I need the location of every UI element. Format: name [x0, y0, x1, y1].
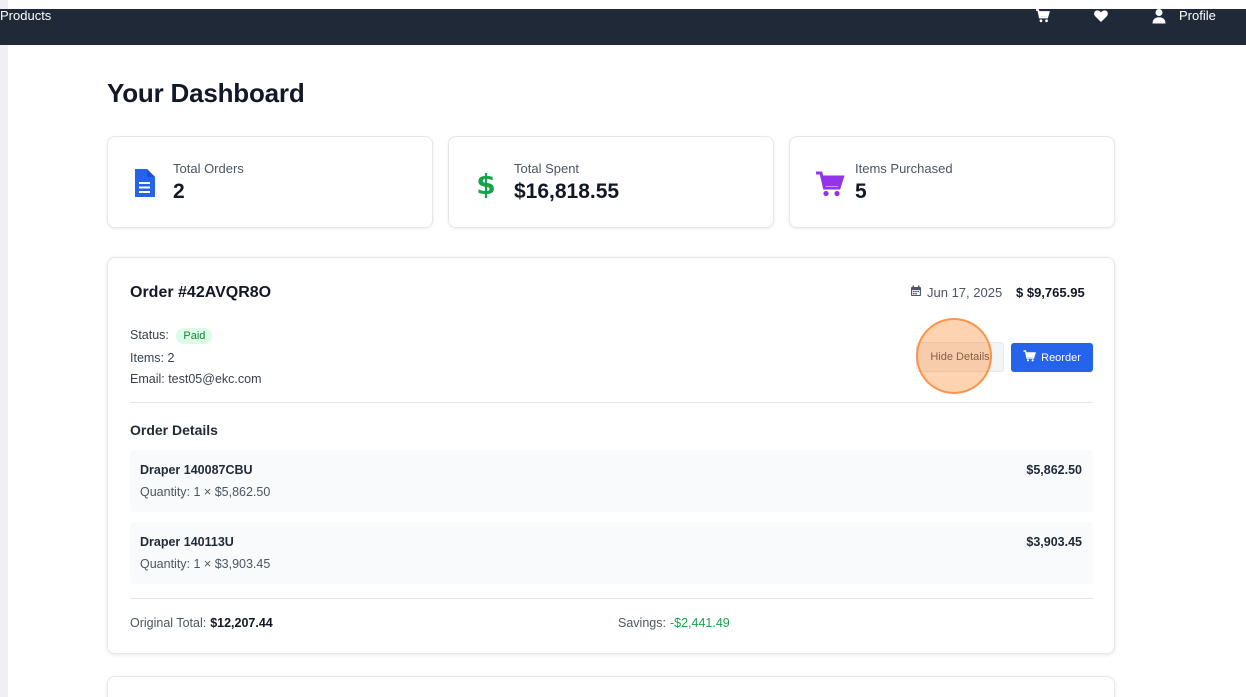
page-title: Your Dashboard: [107, 78, 305, 108]
stat-value: $16,818.55: [514, 180, 620, 203]
top-gap: [0, 0, 1246, 9]
item-quantity: Quantity: 1 × $3,903.45: [140, 557, 271, 571]
order-items-count: Items: 2: [130, 351, 175, 365]
stat-card-total-spent: $ Total Spent $16,818.55: [448, 136, 774, 228]
original-total-label: Original Total:: [130, 616, 207, 630]
next-order-card: [107, 676, 1115, 697]
order-line-item: Draper 140087CBU Quantity: 1 × $5,862.50…: [130, 450, 1093, 512]
order-date: Jun 17, 2025: [910, 285, 1002, 300]
item-name: Draper 140113U: [140, 535, 234, 549]
order-line-item: Draper 140113U Quantity: 1 × $3,903.45 $…: [130, 522, 1093, 584]
calendar-icon: [910, 285, 922, 300]
stat-label: Total Orders: [173, 161, 244, 176]
order-total: $ $9,765.95: [1016, 285, 1085, 300]
stat-label: Total Spent: [514, 161, 580, 176]
order-card: Order #42AVQR8O Jun 17, 2025 $ $9,765.95…: [107, 257, 1115, 654]
order-email: Email: test05@ekc.com: [130, 372, 262, 386]
savings-value: -$2,441.49: [669, 616, 730, 630]
navbar: Products Profile: [0, 9, 1246, 45]
item-quantity: Quantity: 1 × $5,862.50: [140, 485, 271, 499]
divider: [130, 402, 1093, 403]
order-number: Order #42AVQR8O: [130, 284, 272, 301]
original-total-value: $12,207.44: [210, 616, 273, 630]
reorder-button[interactable]: Reorder: [1011, 343, 1093, 372]
stat-card-total-orders: Total Orders 2: [107, 136, 433, 228]
left-edge-strip: [0, 0, 8, 697]
stat-value: 2: [173, 180, 185, 203]
item-price: $5,862.50: [1026, 463, 1082, 477]
cart-icon[interactable]: [1035, 8, 1051, 24]
nav-profile-link[interactable]: Profile: [1179, 9, 1216, 22]
svg-text:$: $: [476, 168, 495, 199]
savings: Savings: -$2,441.49: [618, 616, 730, 630]
stat-card-items-purchased: Items Purchased 5: [789, 136, 1115, 228]
original-total: Original Total: $12,207.44: [130, 616, 273, 630]
document-icon: [132, 167, 158, 199]
reorder-label: Reorder: [1041, 351, 1081, 364]
order-status: Status: Paid: [130, 328, 213, 344]
status-label: Status:: [130, 328, 169, 342]
heart-icon[interactable]: [1093, 8, 1109, 24]
item-price: $3,903.45: [1026, 535, 1082, 549]
hide-details-button[interactable]: Hide Details: [916, 342, 1004, 372]
stat-value: 5: [855, 180, 867, 203]
item-name: Draper 140087CBU: [140, 463, 253, 477]
order-date-text: Jun 17, 2025: [927, 285, 1003, 300]
dollar-icon: $: [473, 167, 499, 201]
cart-icon: [814, 167, 846, 199]
status-badge: Paid: [176, 328, 213, 344]
user-icon[interactable]: [1151, 8, 1167, 24]
divider: [130, 598, 1093, 599]
nav-products-link[interactable]: Products: [0, 9, 51, 22]
stat-label: Items Purchased: [855, 161, 953, 176]
savings-label: Savings:: [618, 616, 666, 630]
order-details-title: Order Details: [130, 422, 218, 438]
cart-icon: [1023, 350, 1037, 365]
